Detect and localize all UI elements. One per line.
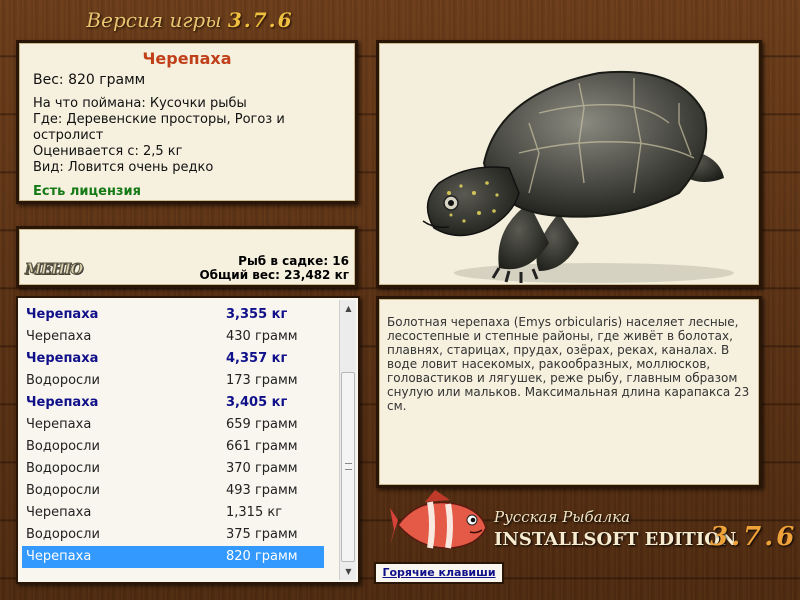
list-item-weight: 3,405 кг	[226, 395, 288, 410]
list-item-name: Черепаха	[26, 329, 92, 344]
list-item[interactable]: Черепаха 3,355 кг	[22, 304, 324, 326]
list-item[interactable]: Черепаха 1,315 кг	[22, 502, 324, 524]
list-item[interactable]: Водоросли 493 грамм	[22, 480, 324, 502]
catch-stats-panel: МЕНЮ Рыб в садке: 16 Общий вес: 23,482 к…	[16, 226, 358, 288]
catch-list-rows: Черепаха 3,355 кг Черепаха 430 грамм Черепах…	[22, 304, 324, 568]
total-weight: Общий вес: 23,482 кг	[199, 268, 349, 282]
brand-logo: Русская Рыбалка INSTALLSOFT EDITION 3.7.…	[390, 490, 796, 560]
list-item[interactable]: Черепаха 820 грамм	[22, 546, 324, 568]
triangle-up-icon[interactable]: ▲	[340, 300, 357, 317]
list-item-weight: 3,355 кг	[226, 307, 288, 322]
version-label: Версия игры	[86, 8, 222, 32]
list-item-name: Черепаха	[26, 505, 92, 520]
list-item-weight: 370 грамм	[226, 461, 298, 476]
list-item-weight: 4,357 кг	[226, 351, 288, 366]
list-item[interactable]: Черепаха 659 грамм	[22, 414, 324, 436]
list-item-weight: 820 грамм	[226, 549, 298, 564]
list-item-name: Водоросли	[26, 483, 100, 498]
fish-image-panel	[376, 40, 762, 288]
hotkeys-button[interactable]: Горячие клавиши	[374, 562, 504, 584]
version-number: 3.7.6	[227, 8, 294, 32]
list-item-name: Черепаха	[26, 417, 92, 432]
list-item-name: Водоросли	[26, 461, 100, 476]
list-item[interactable]: Черепаха 3,405 кг	[22, 392, 324, 414]
fish-logo-icon	[390, 490, 487, 549]
version-title: Версия игры 3.7.6	[0, 8, 380, 32]
list-item[interactable]: Водоросли 375 грамм	[22, 524, 324, 546]
fish-weight: Вес: 820 грамм	[33, 72, 146, 88]
brand-version: 3.7.6	[710, 522, 798, 552]
list-item[interactable]: Черепаха 430 грамм	[22, 326, 324, 348]
fish-title: Черепаха	[142, 49, 232, 68]
triangle-down-icon[interactable]: ▼	[340, 563, 357, 580]
list-item[interactable]: Черепаха 4,357 кг	[22, 348, 324, 370]
fish-info-line: На что поймана: Кусочки рыбы	[33, 96, 247, 111]
catch-list[interactable]: Черепаха 3,355 кг Черепаха 430 грамм Черепах…	[16, 296, 360, 584]
list-item-name: Черепаха	[26, 307, 99, 322]
fish-info-line: остролист	[33, 128, 104, 143]
fish-info-line: Оценивается с: 2,5 кг	[33, 144, 183, 159]
list-item-weight: 173 грамм	[226, 373, 298, 388]
list-item-name: Черепаха	[26, 395, 99, 410]
list-item-name: Водоросли	[26, 373, 100, 388]
fish-info-panel: Черепаха Вес: 820 грамм На что поймана: …	[16, 40, 358, 204]
list-item-name: Водоросли	[26, 527, 100, 542]
list-item-weight: 375 грамм	[226, 527, 298, 542]
fish-count: Рыб в садке: 16	[238, 254, 349, 268]
list-item[interactable]: Водоросли 173 грамм	[22, 370, 324, 392]
fish-info-line: Вид: Ловится очень редко	[33, 160, 214, 175]
brand-edition: INSTALLSOFT EDITION	[494, 529, 737, 550]
list-item-weight: 493 грамм	[226, 483, 298, 498]
fish-info-line: Где: Деревенские просторы, Рогоз и	[33, 112, 285, 127]
fish-description: Болотная черепаха (Emys orbicularis) нас…	[376, 296, 762, 488]
list-item-weight: 1,315 кг	[226, 505, 283, 520]
brand-title: Русская Рыбалка	[494, 508, 631, 526]
list-item-weight: 659 грамм	[226, 417, 298, 432]
list-item-name: Черепаха	[26, 351, 99, 366]
menu-button[interactable]: МЕНЮ	[25, 260, 85, 279]
list-item-name: Водоросли	[26, 439, 100, 454]
list-item-weight: 430 грамм	[226, 329, 298, 344]
list-item[interactable]: Водоросли 370 грамм	[22, 458, 324, 480]
list-item-weight: 661 грамм	[226, 439, 298, 454]
grip-icon	[345, 463, 352, 470]
list-item-name: Черепаха	[26, 549, 92, 564]
list-item[interactable]: Водоросли 661 грамм	[22, 436, 324, 458]
catch-list-scrollbar[interactable]: ▲ ▼	[339, 300, 356, 580]
turtle-image	[422, 70, 734, 283]
license-status: Есть лицензия	[33, 184, 141, 199]
catch-stats: Рыб в садке: 16 Общий вес: 23,482 кг	[199, 254, 349, 282]
scroll-thumb[interactable]	[341, 372, 355, 562]
